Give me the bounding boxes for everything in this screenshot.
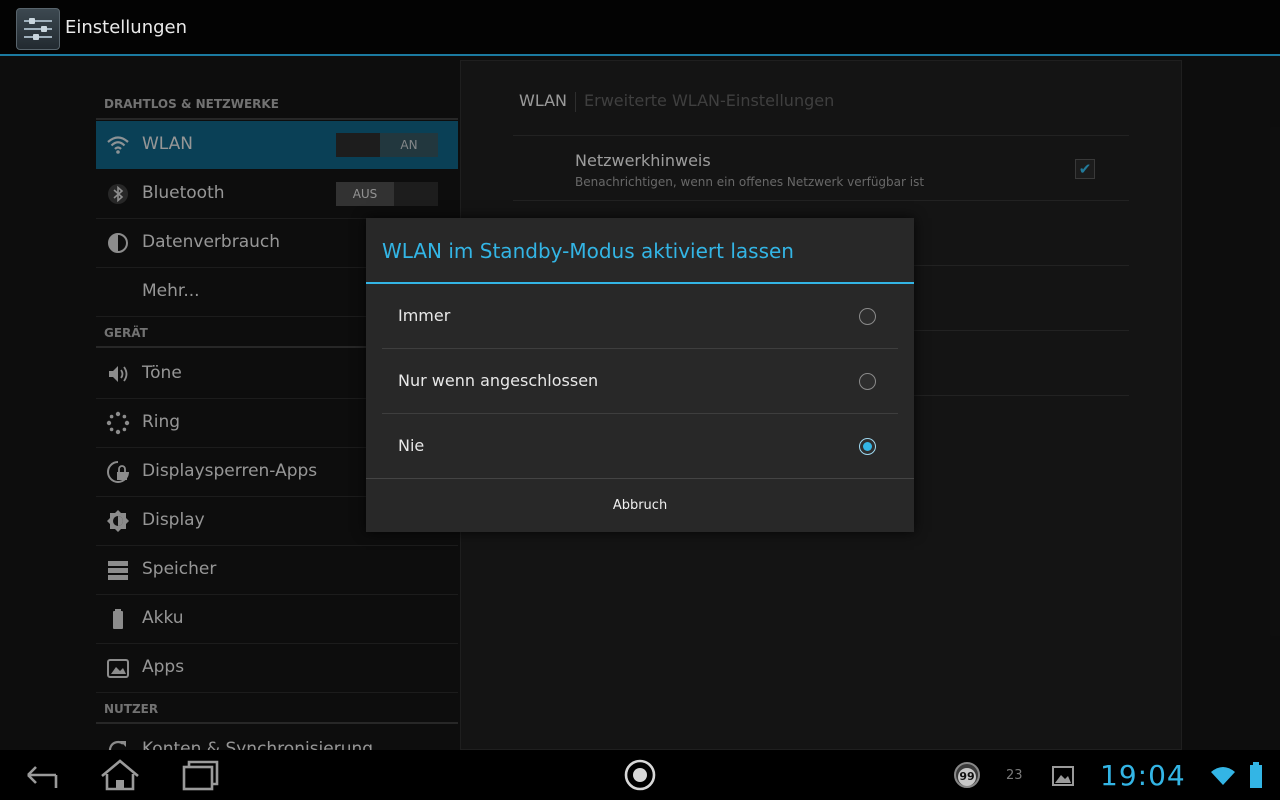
wifi-sleep-policy-dialog: WLAN im Standby-Modus aktiviert lassen I… xyxy=(366,218,914,532)
page-title: Einstellungen xyxy=(65,17,188,38)
home-icon[interactable] xyxy=(98,758,142,792)
app-drawer-icon[interactable] xyxy=(618,758,662,792)
radio-button[interactable] xyxy=(859,308,876,325)
action-bar: Einstellungen xyxy=(0,0,1280,54)
back-icon[interactable] xyxy=(20,758,64,792)
option-label: Immer xyxy=(398,306,451,325)
notification-count: 99 xyxy=(958,768,976,786)
dialog-title: WLAN im Standby-Modus aktiviert lassen xyxy=(382,239,794,263)
cancel-button[interactable]: Abbruch xyxy=(366,479,914,532)
recent-apps-icon[interactable] xyxy=(178,758,222,792)
settings-sliders-icon[interactable] xyxy=(16,8,60,50)
radio-button-selected[interactable] xyxy=(859,438,876,455)
option-label: Nur wenn angeschlossen xyxy=(398,371,599,390)
battery-status-icon xyxy=(1250,762,1262,788)
radio-button[interactable] xyxy=(859,373,876,390)
gallery-icon[interactable] xyxy=(1052,766,1074,786)
option-always[interactable]: Immer xyxy=(382,284,898,349)
option-only-when-plugged[interactable]: Nur wenn angeschlossen xyxy=(382,349,898,414)
option-never[interactable]: Nie xyxy=(382,414,898,479)
clock[interactable]: 19:04 xyxy=(1100,759,1186,792)
wifi-signal-icon xyxy=(1211,767,1235,785)
system-navigation-bar: 99 23 19:04 xyxy=(0,750,1280,800)
option-label: Nie xyxy=(398,436,425,455)
temperature-value[interactable]: 23 xyxy=(1006,768,1023,783)
notification-badge[interactable]: 99 xyxy=(954,762,980,788)
